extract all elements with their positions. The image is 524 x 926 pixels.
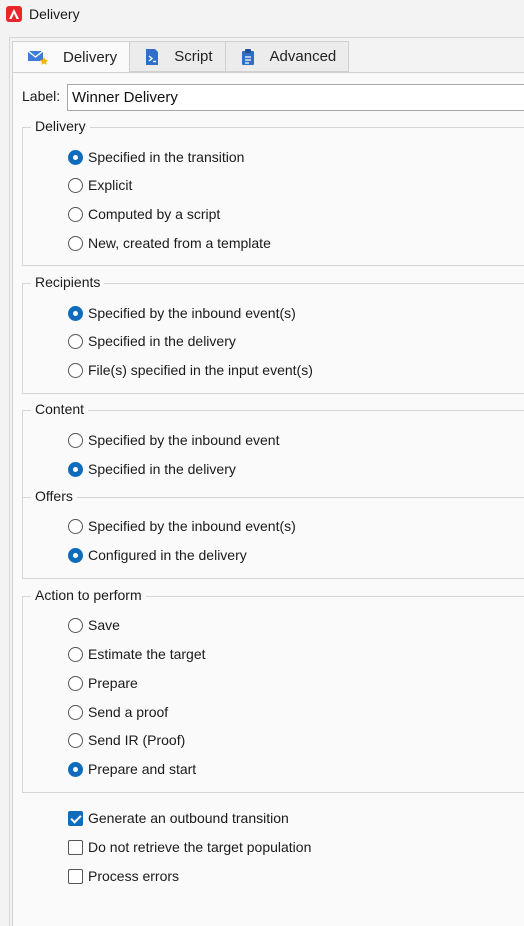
checkbox-label: Generate an outbound transition	[88, 810, 289, 826]
radio-button[interactable]	[68, 333, 83, 349]
radio-action-estimate-target[interactable]: Estimate the target	[68, 644, 206, 664]
script-document-icon	[144, 48, 160, 66]
radio-action-save[interactable]: Save	[68, 615, 120, 635]
radio-delivery-specified-in-transition[interactable]: Specified in the transition	[68, 147, 244, 167]
radio-button[interactable]	[68, 732, 83, 748]
radio-label: Specified in the delivery	[88, 333, 236, 349]
radio-button[interactable]	[68, 704, 83, 720]
radio-button[interactable]	[68, 617, 83, 633]
radio-action-send-proof[interactable]: Send a proof	[68, 702, 168, 722]
window-title: Delivery	[29, 6, 80, 22]
radio-content-inbound-event[interactable]: Specified by the inbound event	[68, 430, 279, 450]
radio-button[interactable]	[68, 149, 83, 165]
checkbox[interactable]	[68, 839, 83, 855]
radio-label: Specified by the inbound event(s)	[88, 518, 296, 534]
radio-label: Specified by the inbound event	[88, 432, 280, 448]
label-input[interactable]	[67, 84, 524, 111]
radio-label: Save	[88, 617, 120, 633]
offers-divider	[23, 497, 524, 498]
radio-delivery-explicit[interactable]: Explicit	[68, 175, 132, 195]
checkbox[interactable]	[68, 810, 83, 826]
checkbox[interactable]	[68, 868, 83, 884]
offers-title: Offers	[31, 488, 77, 504]
radio-label: Computed by a script	[88, 206, 221, 222]
radio-label: Estimate the target	[88, 646, 206, 662]
radio-action-prepare[interactable]: Prepare	[68, 673, 138, 693]
tab-label: Advanced	[269, 48, 337, 65]
group-title: Delivery	[31, 118, 90, 134]
radio-content-in-delivery[interactable]: Specified in the delivery	[68, 459, 236, 479]
radio-recipients-files-input-events[interactable]: File(s) specified in the input event(s)	[68, 360, 313, 380]
radio-button[interactable]	[68, 461, 83, 477]
radio-button[interactable]	[68, 646, 83, 662]
group-title: Action to perform	[31, 587, 146, 603]
clipboard-icon	[240, 48, 256, 66]
label-caption: Label:	[22, 88, 61, 104]
tab-delivery[interactable]: Delivery	[12, 41, 131, 73]
radio-label: Prepare	[88, 675, 138, 691]
radio-offers-configured-in-delivery[interactable]: Configured in the delivery	[68, 545, 247, 565]
radio-button[interactable]	[68, 362, 83, 378]
tab-script[interactable]: Script	[130, 41, 226, 72]
radio-offers-inbound-events[interactable]: Specified by the inbound event(s)	[68, 516, 296, 536]
group-title: Recipients	[31, 274, 105, 290]
checkbox-do-not-retrieve-target[interactable]: Do not retrieve the target population	[68, 837, 311, 857]
radio-recipients-inbound-events[interactable]: Specified by the inbound event(s)	[68, 303, 296, 323]
radio-button[interactable]	[68, 518, 83, 534]
radio-label: Send IR (Proof)	[88, 732, 186, 748]
radio-button[interactable]	[68, 547, 83, 563]
checkbox-process-errors[interactable]: Process errors	[68, 866, 179, 886]
checkbox-label: Do not retrieve the target population	[88, 839, 312, 855]
radio-label: New, created from a template	[88, 235, 271, 251]
group-title: Content	[31, 401, 89, 417]
radio-label: Explicit	[88, 177, 133, 193]
radio-label: Specified in the delivery	[88, 461, 236, 477]
tab-label: Script	[174, 48, 213, 65]
radio-button[interactable]	[68, 235, 83, 251]
radio-button[interactable]	[68, 675, 83, 691]
checkbox-generate-outbound-transition[interactable]: Generate an outbound transition	[68, 808, 289, 828]
radio-delivery-computed-by-script[interactable]: Computed by a script	[68, 204, 220, 224]
tab-label: Delivery	[63, 48, 118, 66]
envelope-star-icon	[27, 48, 49, 66]
radio-button[interactable]	[68, 305, 83, 321]
radio-action-send-ir-proof[interactable]: Send IR (Proof)	[68, 730, 185, 750]
radio-label: Specified by the inbound event(s)	[88, 305, 296, 321]
radio-label: Prepare and start	[88, 761, 197, 777]
radio-label: Specified in the transition	[88, 149, 245, 165]
radio-label: Send a proof	[88, 704, 169, 720]
radio-button[interactable]	[68, 432, 83, 448]
tab-strip: Delivery Script Advanced	[12, 41, 350, 73]
title-bar: Delivery	[0, 0, 524, 30]
radio-label: Configured in the delivery	[88, 547, 247, 563]
radio-button[interactable]	[68, 761, 83, 777]
radio-action-prepare-and-start[interactable]: Prepare and start	[68, 759, 196, 779]
radio-delivery-new-from-template[interactable]: New, created from a template	[68, 233, 271, 253]
tab-advanced[interactable]: Advanced	[225, 41, 350, 72]
radio-button[interactable]	[68, 206, 83, 222]
radio-recipients-in-delivery[interactable]: Specified in the delivery	[68, 331, 236, 351]
adobe-campaign-icon	[6, 6, 22, 22]
radio-button[interactable]	[68, 177, 83, 193]
checkbox-label: Process errors	[88, 868, 180, 884]
radio-label: File(s) specified in the input event(s)	[88, 362, 313, 378]
